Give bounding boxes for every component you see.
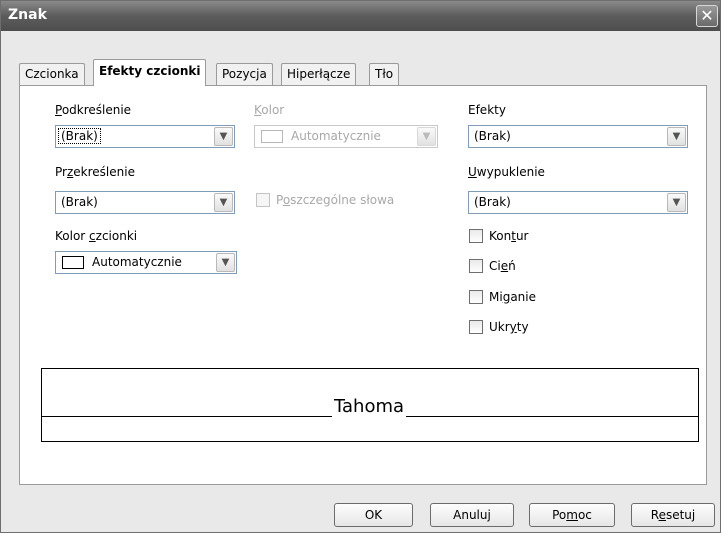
tab-font[interactable]: Czcionka [19,63,85,85]
relief-value: (Brak) [474,195,511,209]
tab-panel: Podkreślenie (Brak) ▼ Przekreślenie (Bra… [19,85,707,485]
color-swatch [62,256,84,269]
color-swatch [261,130,283,143]
strikethrough-select[interactable]: (Brak) ▼ [55,191,235,214]
tab-position[interactable]: Pozycja [216,63,273,85]
outline-label: Kontur [489,229,529,243]
effects-select[interactable]: (Brak) ▼ [468,125,688,148]
chevron-down-icon: ▼ [417,127,436,146]
cancel-button[interactable]: Anuluj [430,503,514,527]
title-bar: Znak ✕ [1,1,720,31]
color-select[interactable]: Automatycznie ▼ [254,125,438,148]
chevron-down-icon: ▼ [667,127,686,146]
preview-box: Tahoma [41,368,699,442]
font-color-select[interactable]: Automatycznie ▼ [55,251,237,274]
ok-button[interactable]: OK [334,503,413,527]
strikethrough-label: Przekreślenie [55,165,135,179]
tab-background[interactable]: Tło [369,63,400,85]
shadow-label: Cień [489,259,516,273]
chevron-down-icon: ▼ [214,127,233,146]
individual-words-checkbox[interactable] [256,193,270,207]
effects-value: (Brak) [474,129,511,143]
close-button[interactable]: ✕ [696,5,718,27]
tab-hyperlink[interactable]: Hiperłącze [281,63,357,85]
close-icon: ✕ [700,6,714,25]
hidden-checkbox[interactable] [469,320,483,334]
tab-font-effects[interactable]: Efekty czcionki [93,59,207,86]
shadow-checkbox[interactable] [469,259,483,273]
chevron-down-icon: ▼ [667,193,686,212]
help-button[interactable]: Pomoc [529,503,615,527]
effects-label: Efekty [468,103,506,117]
hidden-label: Ukryty [489,320,529,334]
underline-label: Podkreślenie [55,103,132,117]
chevron-down-icon: ▼ [214,193,233,212]
underline-value: (Brak) [58,128,101,144]
chevron-down-icon: ▼ [216,253,235,272]
outline-checkbox[interactable] [469,229,483,243]
window-title: Znak [8,7,47,23]
font-color-label: Kolor czcionki [55,229,138,243]
underline-select[interactable]: (Brak) ▼ [55,125,235,148]
individual-words-label: Poszczególne słowa [276,193,395,207]
relief-label: Uwypuklenie [468,165,545,179]
preview-sample-text: Tahoma [332,396,407,417]
font-color-value: Automatycznie [92,255,182,269]
relief-select[interactable]: (Brak) ▼ [468,191,688,214]
color-value: Automatycznie [291,129,381,143]
reset-button[interactable]: Resetuj [631,503,715,527]
blink-checkbox[interactable] [469,290,483,304]
blink-label: Miganie [489,290,536,304]
dialog-window: Znak ✕ Czcionka Efekty czcionki Pozycja … [0,0,721,533]
strikethrough-value: (Brak) [61,195,98,209]
color-label: Kolor [254,103,285,117]
